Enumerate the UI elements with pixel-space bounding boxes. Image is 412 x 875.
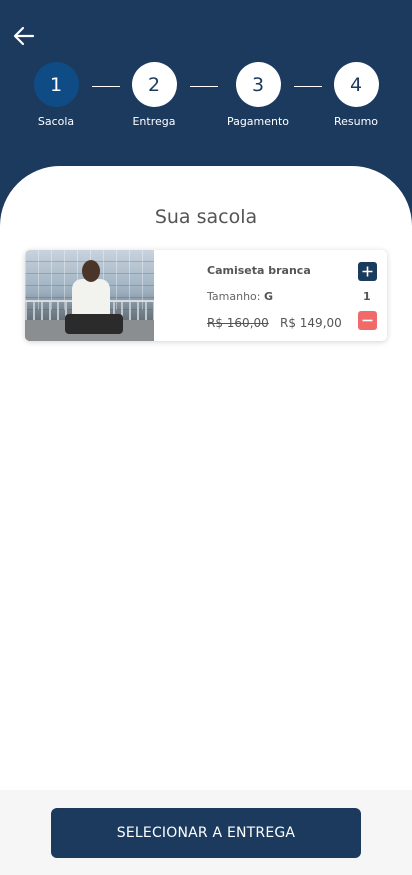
step-label: Pagamento xyxy=(226,115,290,128)
step-label: Sacola xyxy=(37,115,75,128)
step-number: 4 xyxy=(333,62,379,107)
product-size: Tamanho: G xyxy=(207,290,273,303)
product-name: Camiseta branca xyxy=(207,264,311,277)
size-label: Tamanho: xyxy=(207,290,261,303)
size-value: G xyxy=(263,290,274,303)
step-number: 2 xyxy=(131,62,177,107)
step-entrega[interactable]: 2 Entrega xyxy=(114,62,194,128)
step-resumo[interactable]: 4 Resumo xyxy=(316,62,396,128)
step-label: Resumo xyxy=(333,115,379,128)
back-button[interactable] xyxy=(10,22,38,50)
increase-quantity-button[interactable] xyxy=(358,262,377,281)
current-price: R$ 149,00 xyxy=(280,316,342,330)
decrease-quantity-button[interactable] xyxy=(358,311,377,330)
step-pagamento[interactable]: 3 Pagamento xyxy=(218,62,298,128)
quantity-value: 1 xyxy=(363,290,371,303)
minus-icon xyxy=(362,319,373,322)
arrow-left-icon xyxy=(13,26,35,46)
cart-item: Camiseta branca Tamanho: G 1 R$ 160,00 R… xyxy=(25,250,387,341)
checkout-stepper: 1 Sacola 2 Entrega 3 Pagamento 4 Resumo xyxy=(0,62,412,142)
page-title: Sua sacola xyxy=(154,206,258,228)
select-delivery-button[interactable]: SELECIONAR A ENTREGA xyxy=(51,808,361,858)
step-label: Entrega xyxy=(132,115,176,128)
step-connector xyxy=(190,86,218,87)
plus-icon xyxy=(362,266,373,277)
step-sacola[interactable]: 1 Sacola xyxy=(16,62,96,128)
old-price: R$ 160,00 xyxy=(207,316,269,330)
step-number: 1 xyxy=(33,62,79,107)
step-number: 3 xyxy=(235,62,281,107)
product-image xyxy=(25,250,154,341)
